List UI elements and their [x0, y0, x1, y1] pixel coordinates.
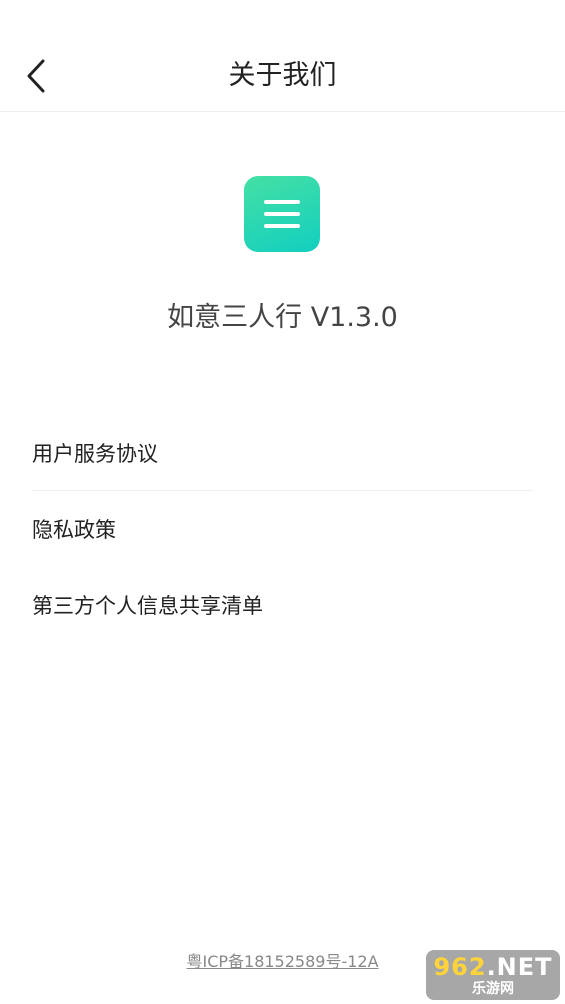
- app-name-version: 如意三人行 V1.3.0: [167, 302, 398, 333]
- menu-item-privacy-policy[interactable]: 隐私政策: [32, 491, 533, 567]
- watermark-bottom: 乐游网: [472, 980, 514, 997]
- watermark-number: 962: [433, 952, 487, 981]
- watermark-suffix: .NET: [486, 952, 553, 981]
- navigation-header: 关于我们: [0, 0, 565, 112]
- watermark-top: 962.NET: [433, 955, 552, 979]
- page-title: 关于我们: [228, 60, 337, 91]
- menu-lines-icon: [264, 200, 300, 228]
- menu-item-label: 第三方个人信息共享清单: [32, 594, 263, 618]
- app-logo: [244, 176, 320, 252]
- menu-item-label: 隐私政策: [32, 518, 116, 542]
- menu-item-third-party-sharing[interactable]: 第三方个人信息共享清单: [32, 567, 533, 643]
- menu-item-label: 用户服务协议: [32, 441, 158, 466]
- menu-item-user-agreement[interactable]: 用户服务协议: [32, 415, 533, 491]
- about-menu-list: 用户服务协议 隐私政策 第三方个人信息共享清单: [32, 415, 533, 643]
- watermark-logo: 962.NET 乐游网: [426, 950, 560, 1000]
